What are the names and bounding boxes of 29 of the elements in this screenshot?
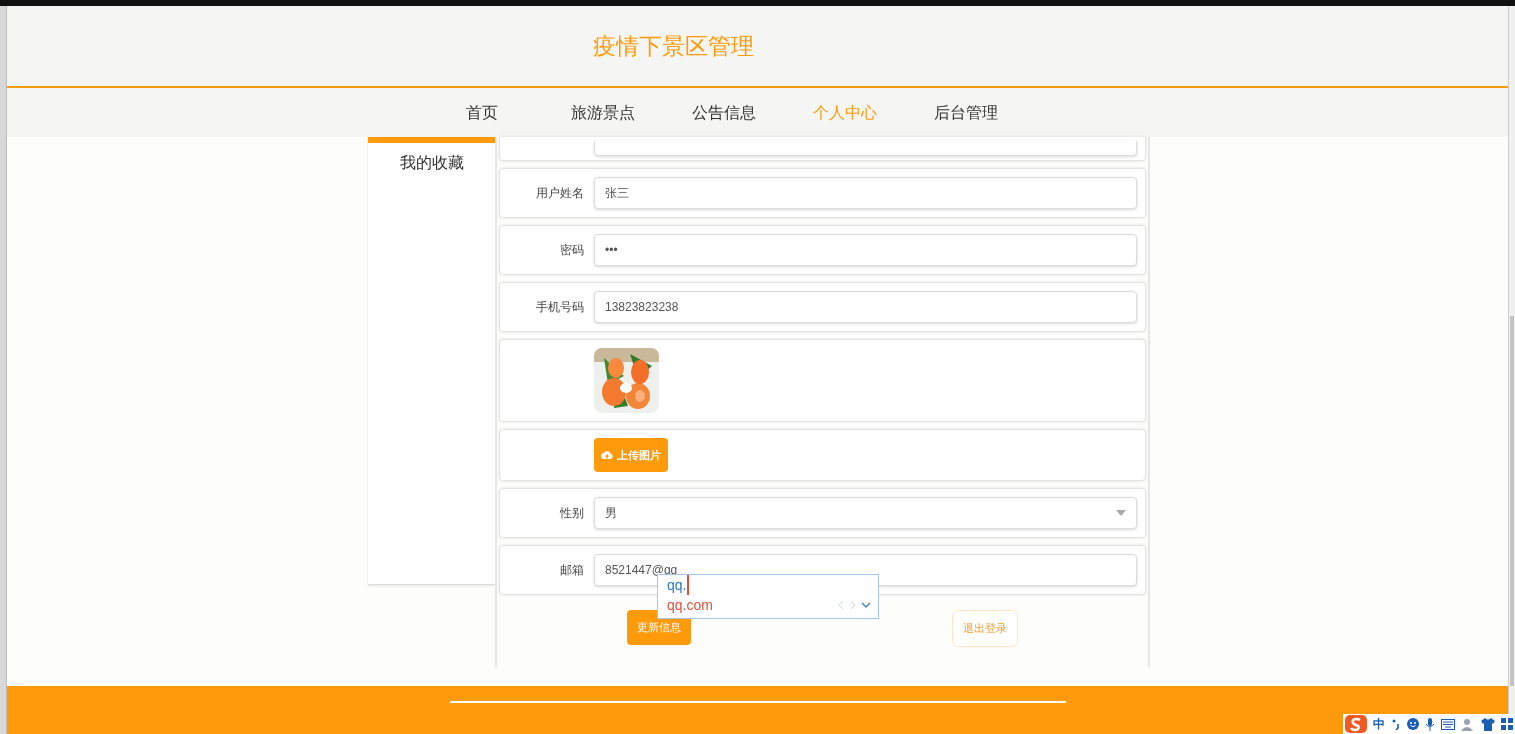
punctuation-icon[interactable] (1391, 718, 1401, 730)
microphone-icon[interactable] (1425, 717, 1435, 731)
input-field[interactable]: 张三 (594, 177, 1137, 209)
caret-icon (1116, 510, 1126, 516)
sogou-logo-icon[interactable] (1345, 715, 1367, 733)
input-mode-toggle[interactable]: 中 (1373, 715, 1385, 733)
field-label: 性别 (559, 505, 584, 522)
sidebar-item[interactable]: 我的收藏 (368, 151, 495, 175)
field-label: 密码 (559, 242, 584, 259)
grid-icon[interactable] (1501, 718, 1513, 730)
ime-composition-text: qq. (667, 575, 690, 595)
field-label: 手机号码 (535, 299, 584, 316)
select-field[interactable]: 男 (594, 497, 1137, 529)
paging-arrows-icon[interactable] (838, 600, 872, 610)
input-field[interactable] (594, 141, 1137, 156)
nav-link[interactable]: 首页 (439, 100, 524, 125)
cloud-upload-icon (601, 450, 613, 460)
nav-link[interactable]: 后台管理 (923, 100, 1008, 125)
nav-link[interactable]: 公告信息 (681, 100, 766, 125)
scrollbar-thumb[interactable] (1510, 316, 1514, 686)
input-field[interactable]: 13823823238 (594, 291, 1137, 323)
field-label: 用户姓名 (535, 185, 584, 202)
site-title: 疫情下景区管理 (593, 31, 754, 61)
emoji-icon[interactable] (1407, 718, 1419, 730)
shirt-icon[interactable] (1481, 717, 1495, 731)
nav-link[interactable]: 旅游景点 (560, 100, 645, 125)
input-field[interactable]: ••• (594, 234, 1137, 266)
field-label: 邮箱 (559, 562, 584, 579)
keyboard-icon[interactable] (1441, 718, 1455, 730)
